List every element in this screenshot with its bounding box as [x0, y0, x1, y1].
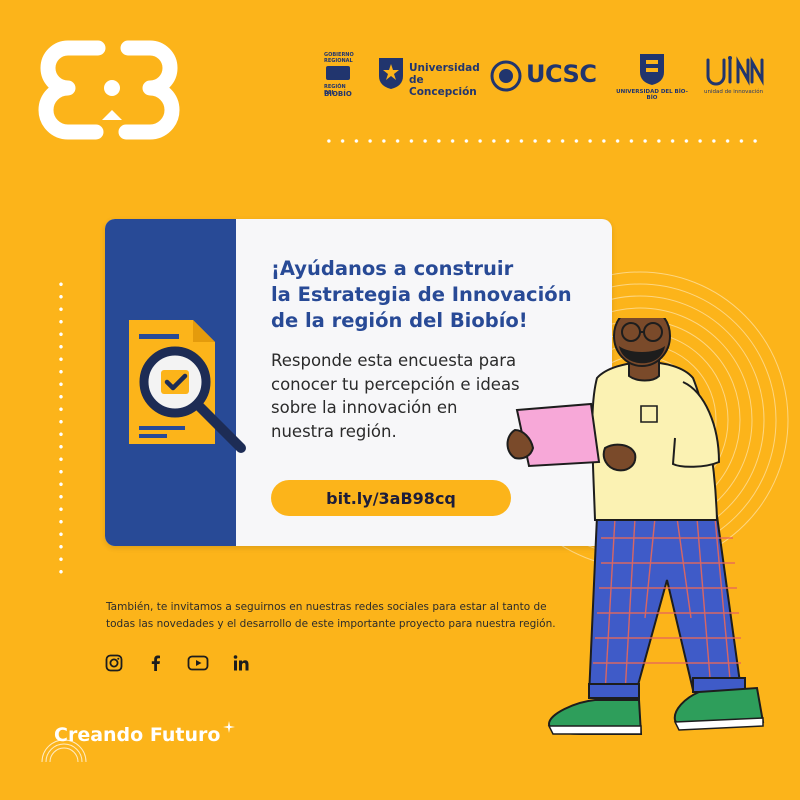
brand-logo — [38, 40, 180, 140]
gobierno-line4: BIOBÍO — [324, 90, 352, 98]
udec-line1: Universidad — [409, 62, 480, 74]
uinn-mark-icon — [706, 56, 764, 86]
tagline: Creando Futuro — [54, 724, 221, 746]
uinn-label: unidad de innovación — [704, 89, 764, 95]
gobierno-line2: REGIONAL — [324, 58, 353, 64]
ucsc-label: UCSC — [526, 60, 597, 88]
udec-logo: Universidad de Concepción — [377, 56, 480, 98]
dotted-divider-horizontal — [322, 138, 762, 144]
instagram-icon[interactable] — [105, 654, 123, 672]
poster: { "colors": { "background": "#FCB41A", "… — [0, 0, 800, 800]
linkedin-icon[interactable] — [232, 654, 250, 672]
headline-line2: la Estrategia de Innovación — [271, 283, 572, 306]
udec-shield-icon — [379, 58, 403, 89]
facebook-icon[interactable] — [147, 654, 165, 672]
udec-line2: de Concepción — [409, 74, 477, 98]
uinn-logo: unidad de innovación — [700, 56, 770, 98]
gobierno-regional-logo: GOBIERNO REGIONAL REGIÓN DEL BIOBÍO — [322, 52, 358, 102]
ubb-label: UNIVERSIDAD DEL BÍO-BÍO — [616, 89, 688, 101]
youtube-icon[interactable] — [187, 654, 209, 672]
dotted-divider-vertical — [58, 278, 64, 578]
headline-line1: ¡Ayúdanos a construir — [271, 257, 514, 280]
ucsc-logo: UCSC — [490, 58, 602, 94]
ubb-shield-icon — [640, 54, 664, 85]
survey-link-text: bit.ly/3aB98cq — [326, 488, 456, 508]
survey-link-button[interactable]: bit.ly/3aB98cq — [271, 480, 511, 516]
sparkle-icon — [223, 721, 235, 733]
ucsc-seal-icon — [490, 60, 522, 92]
person-with-tablet-illustration — [506, 318, 765, 735]
document-magnifier-icon — [129, 320, 246, 453]
ubb-logo: UNIVERSIDAD DEL BÍO-BÍO — [612, 50, 692, 102]
